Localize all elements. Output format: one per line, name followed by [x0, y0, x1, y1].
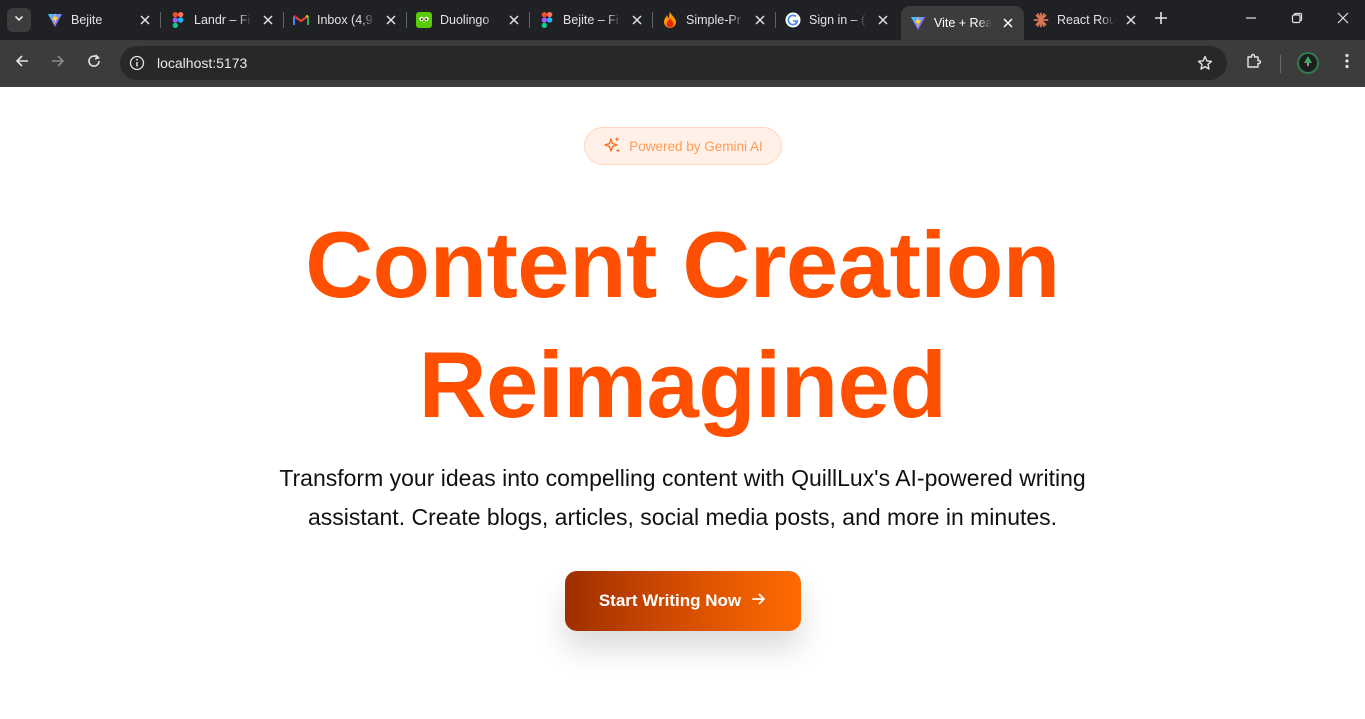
- reload-button[interactable]: [79, 48, 109, 78]
- chevron-down-icon: [13, 11, 25, 29]
- gmail-icon: [293, 12, 309, 28]
- close-icon[interactable]: [629, 12, 645, 28]
- close-icon[interactable]: [875, 12, 891, 28]
- browser-menu-button[interactable]: [1335, 51, 1359, 75]
- google-icon: [785, 12, 801, 28]
- headline-line-2: Reimagined: [418, 332, 947, 437]
- profile-avatar[interactable]: [1297, 52, 1319, 74]
- duolingo-icon: [416, 12, 432, 28]
- close-icon[interactable]: [260, 12, 276, 28]
- browser-tab[interactable]: Landr – Fi: [161, 4, 284, 36]
- tab-title: Sign in – (: [809, 13, 866, 27]
- toolbar-divider: [1280, 55, 1281, 73]
- close-icon[interactable]: [752, 12, 768, 28]
- new-tab-button[interactable]: [1150, 9, 1172, 31]
- tab-title: Inbox (4,9: [317, 13, 373, 27]
- tab-title: Bejite – Fi: [563, 13, 619, 27]
- close-icon[interactable]: [137, 12, 153, 28]
- tab-title: Simple-Pr: [686, 13, 741, 27]
- vite-icon: [47, 12, 63, 28]
- restore-button[interactable]: [1274, 0, 1320, 40]
- browser-tab[interactable]: Bejite – Fi: [530, 4, 653, 36]
- restore-icon: [1291, 11, 1303, 29]
- kebab-menu-icon: [1345, 53, 1349, 74]
- page-viewport: Powered by Gemini AI Content Creation Re…: [0, 87, 1365, 719]
- tab-search-button[interactable]: [7, 8, 31, 32]
- browser-tab[interactable]: Sign in – (: [776, 4, 899, 36]
- browser-tab-active[interactable]: Vite + Rea: [901, 6, 1024, 40]
- close-window-button[interactable]: [1320, 0, 1365, 40]
- plus-icon: [1154, 11, 1168, 30]
- address-url[interactable]: localhost:5173: [157, 55, 247, 71]
- sparkles-icon: [603, 136, 621, 157]
- claude-icon: [1033, 12, 1049, 28]
- bookmark-star-icon[interactable]: [1195, 53, 1215, 73]
- site-info-icon[interactable]: [125, 51, 149, 75]
- close-icon: [1337, 11, 1349, 29]
- tab-strip: Bejite Landr – Fi Inbox (4,9 Duolingo Be…: [0, 0, 1365, 40]
- hero-headline: Content Creation Reimagined: [0, 205, 1365, 445]
- arrow-right-icon: [751, 591, 767, 612]
- browser-tab[interactable]: React Rou: [1024, 4, 1147, 36]
- tree-icon: [1302, 54, 1314, 72]
- arrow-right-icon: [50, 53, 66, 74]
- reload-icon: [86, 53, 102, 74]
- tab-title: React Rou: [1057, 13, 1115, 27]
- extensions-button[interactable]: [1242, 51, 1266, 75]
- close-icon[interactable]: [1000, 15, 1016, 31]
- hero-subtitle: Transform your ideas into compelling con…: [279, 465, 1086, 530]
- close-icon[interactable]: [506, 12, 522, 28]
- headline-line-1: Content Creation: [305, 212, 1060, 317]
- back-button[interactable]: [7, 48, 37, 78]
- arrow-left-icon: [14, 53, 30, 74]
- vite-icon: [910, 15, 926, 31]
- firebase-icon: [662, 12, 678, 28]
- minimize-icon: [1245, 11, 1257, 29]
- figma-icon: [170, 12, 186, 28]
- close-icon[interactable]: [1123, 12, 1139, 28]
- badge-label: Powered by Gemini AI: [629, 138, 763, 154]
- browser-tab[interactable]: Duolingo: [407, 4, 530, 36]
- address-bar[interactable]: localhost:5173: [120, 46, 1227, 80]
- tab-title: Duolingo: [440, 13, 490, 27]
- close-icon[interactable]: [383, 12, 399, 28]
- browser-tab[interactable]: Simple-Pr: [653, 4, 776, 36]
- forward-button[interactable]: [43, 48, 73, 78]
- tab-title: Bejite: [71, 13, 103, 27]
- puzzle-icon: [1245, 52, 1263, 75]
- figma-icon: [539, 12, 555, 28]
- start-writing-button[interactable]: Start Writing Now: [565, 571, 801, 631]
- tab-title: Landr – Fi: [194, 13, 251, 27]
- browser-tab[interactable]: Bejite: [38, 4, 161, 36]
- browser-tab[interactable]: Inbox (4,9: [284, 4, 407, 36]
- cta-label: Start Writing Now: [598, 591, 742, 610]
- minimize-button[interactable]: [1228, 0, 1274, 40]
- browser-toolbar: localhost:5173: [0, 40, 1365, 87]
- powered-by-badge: Powered by Gemini AI: [584, 127, 782, 165]
- tab-title: Vite + Rea: [934, 16, 992, 30]
